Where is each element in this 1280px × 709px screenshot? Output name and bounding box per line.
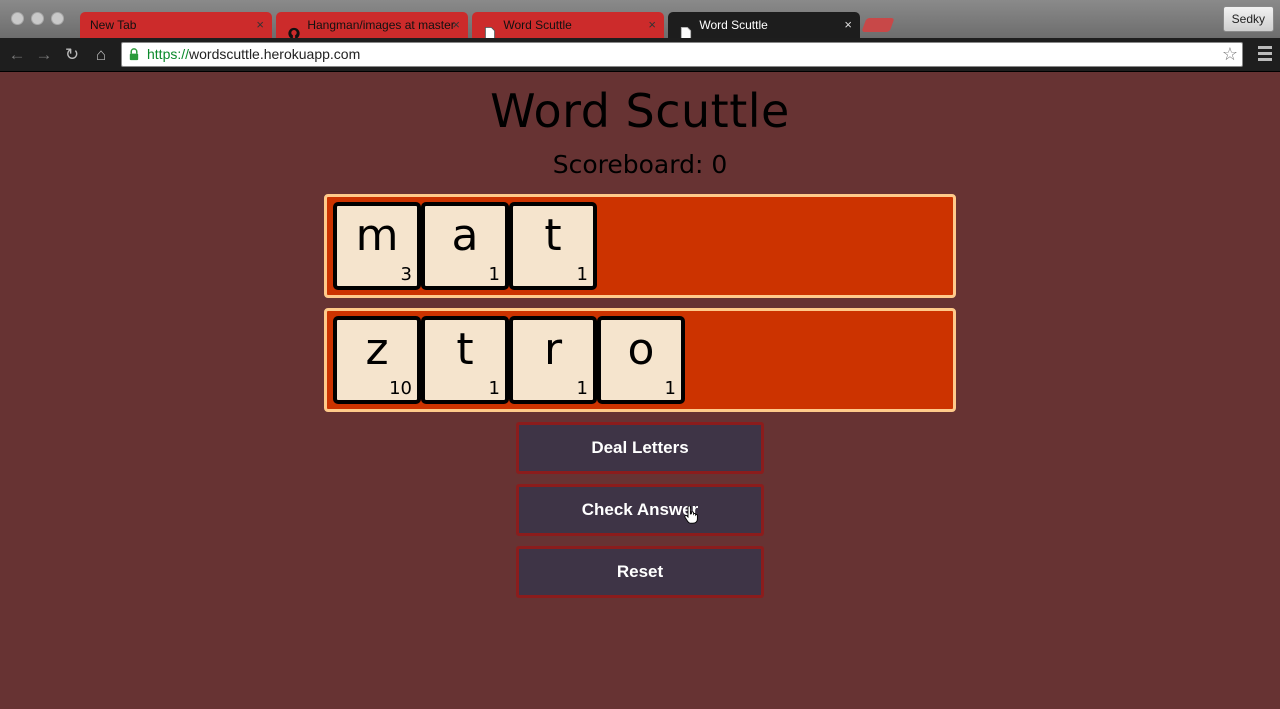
tile-letter: t <box>544 210 562 261</box>
tab-word-scuttle-active[interactable]: Word Scuttle × <box>668 12 860 38</box>
tile-points: 1 <box>488 378 500 399</box>
hamburger-menu-icon[interactable] <box>1258 46 1272 62</box>
home-icon[interactable]: ⌂ <box>90 44 112 66</box>
letter-tile[interactable]: m 3 <box>333 202 421 290</box>
tab-strip: New Tab × Hangman/images at master × Wor… <box>0 0 1280 38</box>
tile-points: 1 <box>576 264 588 285</box>
close-icon[interactable]: × <box>256 12 264 38</box>
letter-tile[interactable]: r 1 <box>509 316 597 404</box>
github-icon <box>288 27 300 38</box>
tile-letter: t <box>456 324 474 375</box>
close-window-icon[interactable] <box>11 12 24 25</box>
letter-tile[interactable]: a 1 <box>421 202 509 290</box>
tab-title: Hangman/images at master <box>307 18 455 32</box>
tab-new-tab[interactable]: New Tab × <box>80 12 272 38</box>
url-scheme: https:// <box>147 46 190 62</box>
tile-letter: z <box>365 324 389 375</box>
tab-title: New Tab <box>90 18 137 32</box>
hand-cursor-icon <box>684 506 698 524</box>
answer-rack[interactable]: m 3 a 1 t 1 <box>324 194 956 298</box>
tile-points: 1 <box>664 378 676 399</box>
lock-icon <box>129 48 139 61</box>
document-icon <box>484 27 496 38</box>
tile-letter: m <box>355 210 399 261</box>
letter-tile[interactable]: o 1 <box>597 316 685 404</box>
reset-button[interactable]: Reset <box>516 546 764 598</box>
bookmark-star-icon[interactable]: ☆ <box>1222 44 1238 64</box>
reload-icon[interactable]: ↻ <box>61 44 83 66</box>
tile-letter: a <box>451 210 479 261</box>
browser-toolbar: ← → ↻ ⌂ https://wordscuttle.herokuapp.co… <box>0 38 1280 72</box>
close-icon[interactable]: × <box>452 12 460 38</box>
zoom-window-icon[interactable] <box>51 12 64 25</box>
document-icon <box>680 27 692 38</box>
letter-hand-rack[interactable]: z 10 t 1 r 1 o 1 <box>324 308 956 412</box>
tile-points: 1 <box>488 264 500 285</box>
tile-points: 1 <box>576 378 588 399</box>
page-title: Word Scuttle <box>490 84 790 138</box>
tile-letter: r <box>543 324 563 375</box>
address-bar[interactable]: https://wordscuttle.herokuapp.com ☆ <box>121 42 1243 67</box>
back-arrow-icon[interactable]: ← <box>6 44 28 66</box>
minimize-window-icon[interactable] <box>31 12 44 25</box>
check-answer-button[interactable]: Check Answer <box>516 484 764 536</box>
forward-arrow-icon[interactable]: → <box>33 44 55 66</box>
letter-tile[interactable]: t 1 <box>421 316 509 404</box>
url-host: wordscuttle.herokuapp.com <box>189 46 361 62</box>
letter-tile[interactable]: t 1 <box>509 202 597 290</box>
scoreboard: Scoreboard: 0 <box>552 150 728 179</box>
tab-hangman[interactable]: Hangman/images at master × <box>276 12 468 38</box>
tab-word-scuttle[interactable]: Word Scuttle × <box>472 12 664 38</box>
profile-button[interactable]: Sedky <box>1222 6 1274 32</box>
new-tab-button[interactable] <box>861 18 895 32</box>
close-icon[interactable]: × <box>844 12 852 38</box>
tab-title: Word Scuttle <box>699 18 768 32</box>
letter-tile[interactable]: z 10 <box>333 316 421 404</box>
tile-points: 3 <box>400 264 412 285</box>
tile-letter: o <box>627 324 655 375</box>
close-icon[interactable]: × <box>648 12 656 38</box>
deal-letters-button[interactable]: Deal Letters <box>516 422 764 474</box>
tile-points: 10 <box>389 378 412 399</box>
page-content: Word Scuttle Scoreboard: 0 m 3 a 1 t 1 z… <box>0 72 1280 709</box>
tab-title: Word Scuttle <box>503 18 572 32</box>
